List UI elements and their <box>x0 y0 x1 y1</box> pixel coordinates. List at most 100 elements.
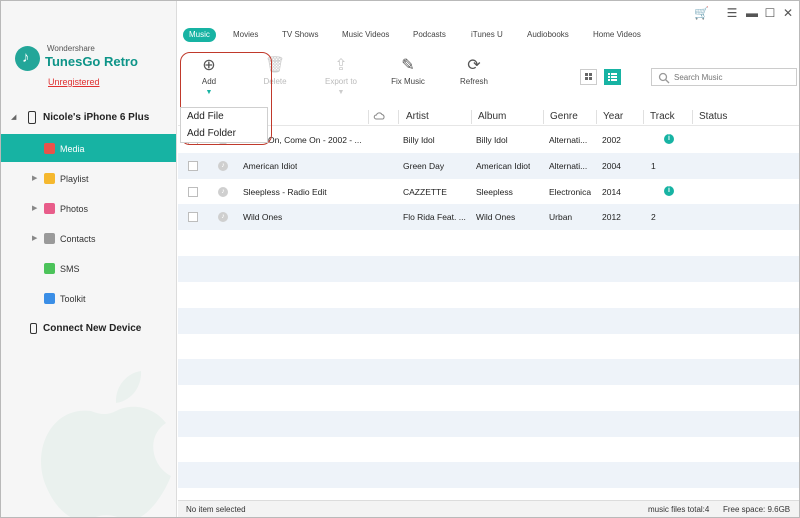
table-row <box>178 462 799 489</box>
cell-title: Wild Ones <box>243 212 283 223</box>
grid-icon <box>585 73 592 80</box>
column-year[interactable]: Year <box>603 111 623 122</box>
minimize-icon[interactable]: ▬ <box>745 6 759 20</box>
row-checkbox[interactable] <box>188 186 198 197</box>
table-row[interactable]: ♪ Sleepless - Radio Edit CAZZETTE Sleepless… <box>178 179 799 205</box>
sidebar-item-toolkit[interactable]: Toolkit <box>1 284 176 312</box>
cell-album: Billy Idol <box>476 135 508 145</box>
menu-add-folder[interactable]: Add Folder <box>187 128 236 139</box>
menu-icon[interactable]: ☰ <box>725 6 739 20</box>
sidebar: ♪ Wondershare TunesGo Retro Unregistered… <box>1 1 177 517</box>
column-divider <box>692 110 693 124</box>
export-dropdown-icon[interactable]: ▼ <box>311 89 371 96</box>
column-divider <box>398 110 399 124</box>
cell-genre: Alternati... <box>549 135 588 145</box>
broom-icon: ✎ <box>401 57 415 74</box>
music-note-icon: ♪ <box>218 212 228 223</box>
column-divider <box>543 110 544 124</box>
music-table: ♪Come On, Come On - 2002 - ...Billy Idol… <box>178 127 799 499</box>
sidebar-item-contacts[interactable]: ▶ Contacts <box>1 224 176 252</box>
sidebar-item-sms[interactable]: SMS <box>1 254 176 282</box>
media-tabs: Music Movies TV Shows Music Videos Podcasts i… <box>178 27 799 45</box>
refresh-icon: ⟳ <box>467 57 481 74</box>
close-icon[interactable]: ✕ <box>781 6 795 20</box>
tab-home-videos[interactable]: Home Videos <box>593 28 641 42</box>
tab-itunes-u[interactable]: iTunes U <box>471 28 503 42</box>
grid-view-button[interactable] <box>580 69 597 85</box>
table-row <box>178 385 799 411</box>
expand-triangle-icon[interactable]: ▶ <box>32 234 37 242</box>
info-icon[interactable]: i <box>664 185 674 196</box>
cell-year: 2004 <box>602 160 621 171</box>
list-view-button[interactable] <box>604 69 621 85</box>
expand-triangle-icon[interactable]: ▶ <box>32 174 37 182</box>
cell-album: Wild Ones <box>476 212 516 223</box>
cell-artist: CAZZETTE <box>403 186 447 197</box>
row-checkbox[interactable] <box>188 212 198 223</box>
tab-music-videos[interactable]: Music Videos <box>342 28 389 42</box>
cell-album: American Idiot <box>476 160 531 171</box>
search-box[interactable] <box>651 68 797 86</box>
tab-tv-shows[interactable]: TV Shows <box>282 28 318 42</box>
status-bar: No item selected music files total:4 Fre… <box>178 500 799 517</box>
device-plug-icon <box>30 323 37 334</box>
export-icon: ⇪ <box>334 57 348 74</box>
playlist-icon <box>44 173 55 184</box>
column-genre[interactable]: Genre <box>550 111 578 122</box>
column-artist[interactable]: Artist <box>406 111 429 122</box>
free-space: Free space: 9.6GB <box>723 505 791 514</box>
fix-music-button[interactable]: ✎ Fix Music <box>378 55 438 86</box>
toolkit-icon <box>44 293 55 304</box>
search-input[interactable] <box>674 71 792 84</box>
sidebar-item-label: Playlist <box>60 174 89 184</box>
connect-label: Connect New Device <box>43 323 142 334</box>
sidebar-item-label: SMS <box>60 264 80 274</box>
unregistered-link[interactable]: Unregistered <box>48 77 100 87</box>
column-album[interactable]: Album <box>478 111 506 122</box>
column-divider <box>596 110 597 124</box>
apple-watermark-icon <box>41 371 171 517</box>
table-row <box>178 333 799 359</box>
phone-icon <box>28 111 36 124</box>
table-row <box>178 282 799 308</box>
table-row <box>178 410 799 437</box>
sidebar-item-playlist[interactable]: ▶ Playlist <box>1 164 176 192</box>
cart-icon[interactable]: 🛒 <box>694 6 709 20</box>
menu-add-file[interactable]: Add File <box>187 111 224 122</box>
sidebar-item-media[interactable]: Media <box>1 134 176 162</box>
tab-audiobooks[interactable]: Audiobooks <box>527 28 569 42</box>
add-dropdown-menu: Add File Add Folder <box>180 107 268 143</box>
maximize-icon[interactable]: ☐ <box>763 6 777 20</box>
column-divider <box>368 110 369 124</box>
tab-movies[interactable]: Movies <box>233 28 258 42</box>
cell-album: Sleepless <box>476 186 513 197</box>
table-row <box>178 359 799 386</box>
sms-icon <box>44 263 55 274</box>
cell-artist: Flo Rida Feat. ... <box>403 212 466 223</box>
export-button[interactable]: ⇪ Export to ▼ <box>311 55 371 96</box>
row-checkbox[interactable] <box>188 160 198 171</box>
logo-icon: ♪ <box>15 46 40 71</box>
refresh-button[interactable]: ⟳ Refresh <box>444 55 504 86</box>
expand-triangle-icon[interactable]: ▶ <box>32 204 37 212</box>
column-divider <box>643 110 644 124</box>
table-row[interactable]: ♪ American Idiot Green Day American Idiot Al… <box>178 152 799 179</box>
sidebar-item-label: Contacts <box>60 234 96 244</box>
search-icon <box>658 72 670 84</box>
tab-podcasts[interactable]: Podcasts <box>413 28 446 42</box>
column-status[interactable]: Status <box>699 111 727 122</box>
music-note-icon: ♪ <box>218 186 228 197</box>
sidebar-item-photos[interactable]: ▶ Photos <box>1 194 176 222</box>
connect-new-device[interactable]: Connect New Device <box>1 318 176 340</box>
tab-music[interactable]: Music <box>183 28 216 42</box>
column-track[interactable]: Track <box>650 111 675 122</box>
cell-genre: Alternati... <box>549 160 588 171</box>
refresh-label: Refresh <box>459 77 488 86</box>
table-row[interactable]: ♪ Wild Ones Flo Rida Feat. ... Wild Ones Urb… <box>178 204 799 231</box>
table-row <box>178 256 799 282</box>
fix-music-label: Fix Music <box>391 77 425 86</box>
sidebar-device[interactable]: ◢ Nicole's iPhone 6 Plus <box>1 107 176 129</box>
collapse-triangle-icon[interactable]: ◢ <box>11 113 16 121</box>
info-icon[interactable]: i <box>664 134 674 144</box>
column-divider <box>471 110 472 124</box>
